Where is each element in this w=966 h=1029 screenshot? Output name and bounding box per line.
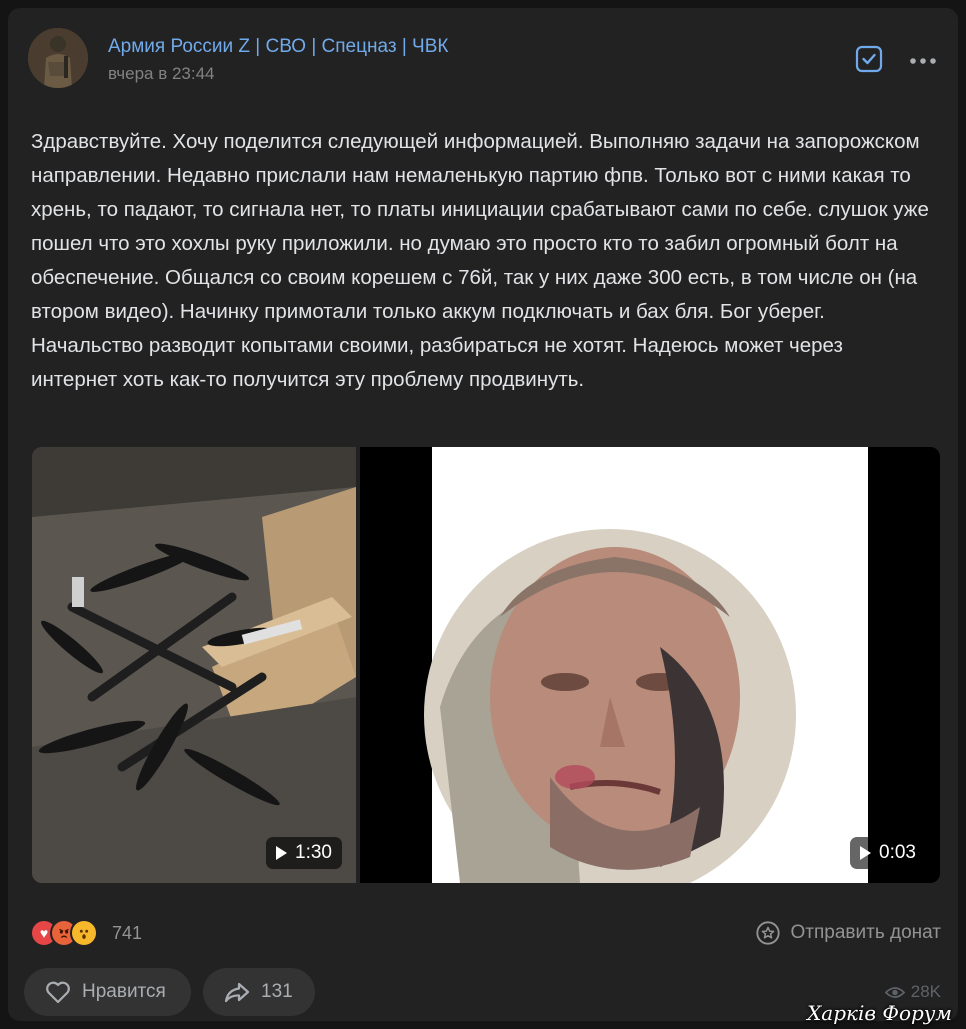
video-thumbnail-drones[interactable]: 1:30 (32, 447, 356, 883)
play-icon (276, 846, 288, 860)
avatar-image (28, 28, 88, 88)
views-count: 28K (910, 982, 941, 1001)
like-label: Нравится (82, 981, 166, 1002)
video-thumbnail-face[interactable]: 0:03 (360, 447, 940, 883)
watermark: Харків Форум (807, 1001, 952, 1025)
reactions-bar[interactable]: ♥ 741 (30, 918, 142, 948)
reactions-count: 741 (112, 922, 143, 943)
face-image (360, 447, 940, 883)
play-icon (860, 846, 872, 860)
views-counter: 28K (884, 982, 941, 1002)
video-duration: 0:03 (879, 842, 916, 863)
checkbox-icon[interactable] (854, 44, 884, 74)
donate-icon (755, 921, 780, 945)
share-button[interactable]: 131 (203, 968, 315, 1016)
drones-image (32, 447, 356, 883)
more-options-icon[interactable] (908, 48, 938, 70)
video-duration: 1:30 (295, 842, 332, 863)
eye-icon (884, 986, 905, 998)
donate-label: Отправить донат (790, 922, 942, 943)
author-name[interactable]: Армия России Z | СВО | Спецназ | ЧВК (108, 36, 448, 58)
donate-button[interactable]: Отправить донат (755, 918, 942, 948)
heart-outline-icon (46, 981, 70, 1004)
wow-icon (70, 919, 98, 947)
video-duration-badge: 1:30 (266, 837, 342, 869)
share-icon (224, 982, 250, 1003)
post-text: Здравствуйте. Хочу поделится следующей и… (31, 130, 929, 391)
like-button[interactable]: Нравится (24, 968, 191, 1016)
post-time[interactable]: вчера в 23:44 (108, 64, 215, 84)
video-duration-badge: 0:03 (850, 837, 926, 869)
avatar[interactable] (28, 28, 88, 88)
share-count: 131 (261, 981, 293, 1002)
